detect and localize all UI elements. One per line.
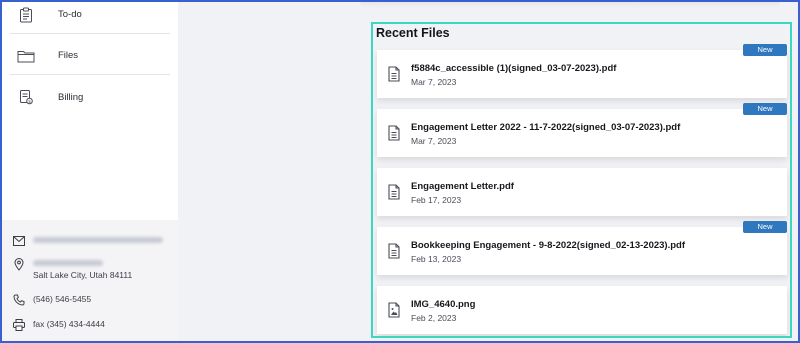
sidebar-item-billing[interactable]: $ Billing: [10, 78, 170, 116]
image-file-icon: [387, 302, 401, 318]
document-icon: [387, 66, 401, 82]
sidebar-item-todo[interactable]: To-do: [10, 0, 170, 34]
file-name: Engagement Letter 2022 - 11-7-2022(signe…: [411, 122, 681, 133]
file-date: Feb 13, 2023: [411, 254, 462, 264]
file-date: Feb 17, 2023: [411, 195, 462, 205]
file-card[interactable]: IMG_4640.png Feb 2, 2023: [377, 286, 787, 334]
location-pin-icon: [12, 257, 26, 271]
recent-files-title: Recent Files: [376, 26, 450, 40]
sidebar-item-label: Billing: [58, 91, 84, 103]
contact-phone: (546) 546-5455: [12, 293, 91, 307]
document-icon: [387, 184, 401, 200]
mail-icon: [12, 234, 26, 248]
address-line1-redacted: [33, 260, 103, 266]
document-icon: [387, 243, 401, 259]
fax-number: fax (345) 434-4444: [33, 319, 105, 329]
sidebar-item-files[interactable]: Files: [10, 37, 170, 75]
top-card-edge: [360, 2, 780, 8]
file-name: f5884c_accessible (1)(signed_03-07-2023)…: [411, 63, 617, 74]
phone-icon: [12, 293, 26, 307]
clipboard-icon: [16, 5, 36, 25]
contact-info: Salt Lake City, Utah 84111 (546) 546-545…: [2, 220, 178, 341]
file-name: Engagement Letter.pdf: [411, 181, 514, 192]
new-badge: New: [743, 44, 787, 56]
email-redacted: [33, 234, 163, 243]
billing-icon: $: [16, 87, 36, 107]
contact-fax: fax (345) 434-4444: [12, 318, 105, 332]
file-date: Mar 7, 2023: [411, 77, 457, 87]
document-icon: [387, 125, 401, 141]
file-name: Bookkeeping Engagement - 9-8-2022(signed…: [411, 240, 685, 251]
contact-email: [12, 234, 163, 248]
new-badge: New: [743, 221, 787, 233]
file-date: Feb 2, 2023: [411, 313, 457, 323]
recent-files-panel: Recent Files New f5884c_accessible (1)(s…: [371, 22, 792, 338]
phone-number: (546) 546-5455: [33, 294, 92, 304]
file-card[interactable]: New Bookkeeping Engagement - 9-8-2022(si…: [377, 221, 787, 275]
contact-address: Salt Lake City, Utah 84111: [12, 257, 132, 281]
svg-text:$: $: [28, 99, 31, 105]
sidebar-item-label: Files: [58, 50, 79, 61]
file-card[interactable]: Engagement Letter.pdf Feb 17, 2023: [377, 168, 787, 216]
file-card[interactable]: New Engagement Letter 2022 - 11-7-2022(s…: [377, 103, 787, 157]
address-line2: Salt Lake City, Utah 84111: [33, 270, 133, 280]
sidebar-item-label: To-do: [58, 9, 82, 20]
file-card[interactable]: New f5884c_accessible (1)(signed_03-07-2…: [377, 44, 787, 98]
file-date: Mar 7, 2023: [411, 136, 457, 146]
printer-icon: [12, 318, 26, 332]
folder-icon: [16, 46, 36, 66]
file-name: IMG_4640.png: [411, 299, 476, 310]
sidebar: To-do Files $ Billing Salt Lake City, Ut…: [2, 2, 178, 341]
new-badge: New: [743, 103, 787, 115]
